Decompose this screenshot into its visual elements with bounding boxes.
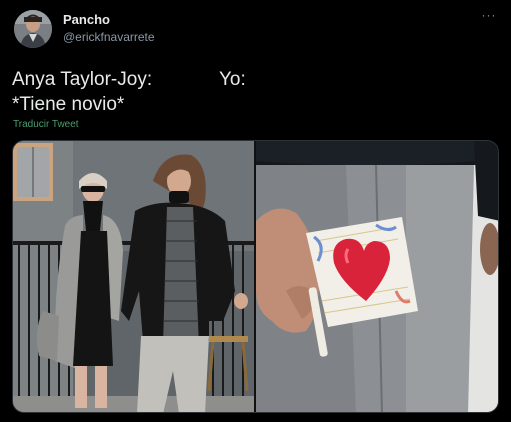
display-name[interactable]: Pancho xyxy=(63,12,110,27)
avatar[interactable] xyxy=(14,10,52,48)
couple-walking-photo-icon xyxy=(13,141,254,412)
avatar-photo-icon xyxy=(14,10,52,48)
left-photo[interactable] xyxy=(13,141,254,412)
translate-tweet-link[interactable]: Traducir Tweet xyxy=(13,119,79,130)
heart-lollipop-photo-icon xyxy=(256,141,498,412)
tweet-line-1: Anya Taylor-Joy: Yo: xyxy=(12,67,246,92)
tweet-text-right: Yo: xyxy=(219,69,246,90)
tweet-text: Anya Taylor-Joy: Yo: *Tiene novio* xyxy=(12,67,246,117)
right-photo[interactable] xyxy=(256,141,498,412)
user-handle[interactable]: @erickfnavarrete xyxy=(63,30,155,44)
tweet-text-left: Anya Taylor-Joy: xyxy=(12,69,153,90)
more-options-button[interactable]: ··· xyxy=(480,9,498,23)
tweet-line-2: *Tiene novio* xyxy=(12,94,125,115)
tweet-media[interactable] xyxy=(12,140,499,413)
tweet-card: Pancho @erickfnavarrete ··· Anya Taylor-… xyxy=(0,0,511,422)
